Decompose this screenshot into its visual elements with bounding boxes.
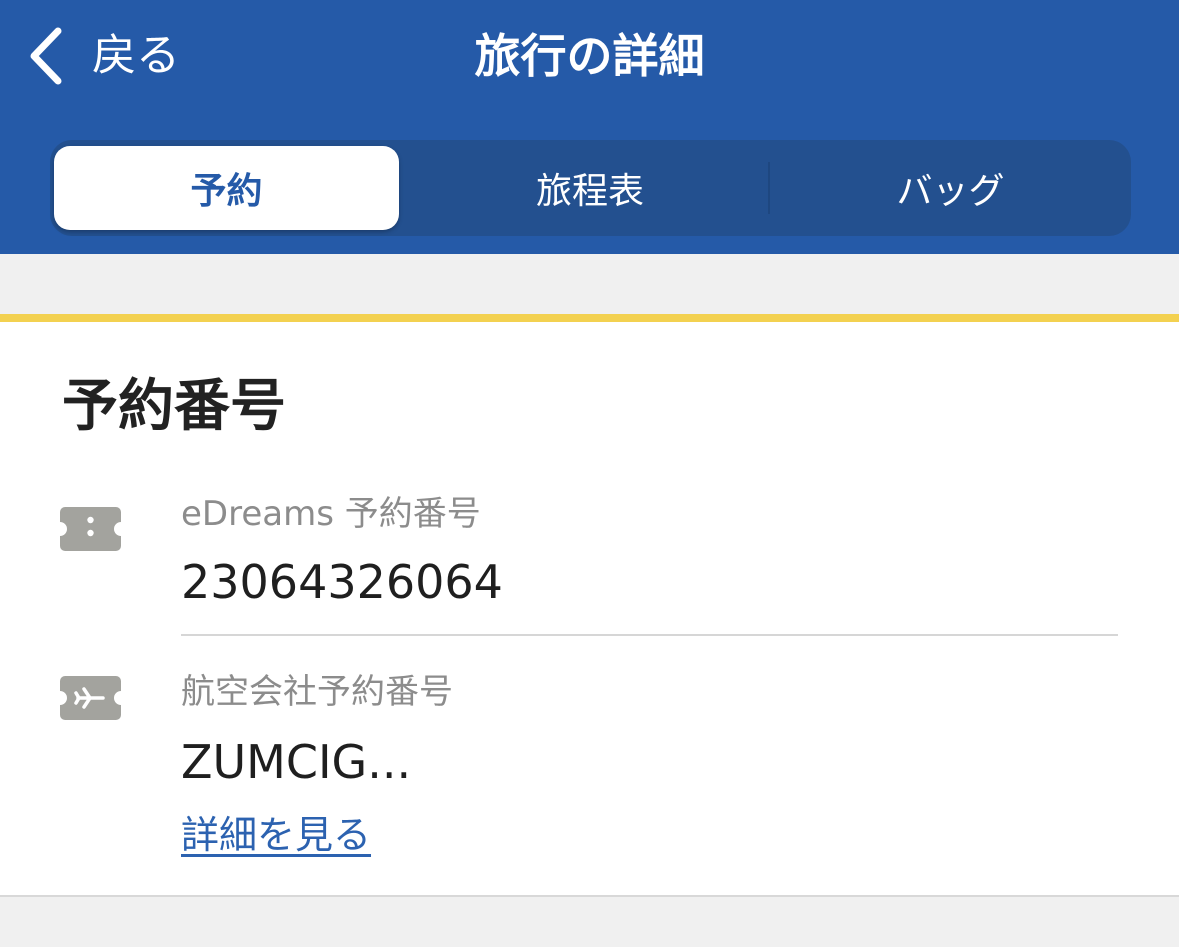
booking-reference-card: 予約番号 eDreams 予約番号 23064326064 航空会社予約番号 Z… <box>0 314 1179 897</box>
edreams-booking-number: 23064326064 <box>181 555 503 609</box>
tab-booking[interactable]: 予約 <box>54 146 399 230</box>
airline-booking-number: ZUMCIG... <box>181 735 412 789</box>
page-title: 旅行の詳細 <box>474 29 705 83</box>
view-details-link[interactable]: 詳細を見る <box>181 810 371 860</box>
edreams-booking-label: eDreams 予約番号 <box>181 494 481 534</box>
section-title: 予約番号 <box>62 374 286 439</box>
tab-itinerary[interactable]: 旅程表 <box>410 140 770 236</box>
airline-ticket-icon <box>60 676 121 720</box>
ticket-icon <box>60 507 121 551</box>
row-divider <box>181 634 1118 636</box>
tab-baggage[interactable]: バッグ <box>770 140 1131 236</box>
segmented-tabs: 予約 旅程表 バッグ <box>50 140 1131 236</box>
top-navigation-bar: 戻る 旅行の詳細 予約 旅程表 バッグ <box>0 0 1179 254</box>
airline-booking-label: 航空会社予約番号 <box>181 672 453 712</box>
